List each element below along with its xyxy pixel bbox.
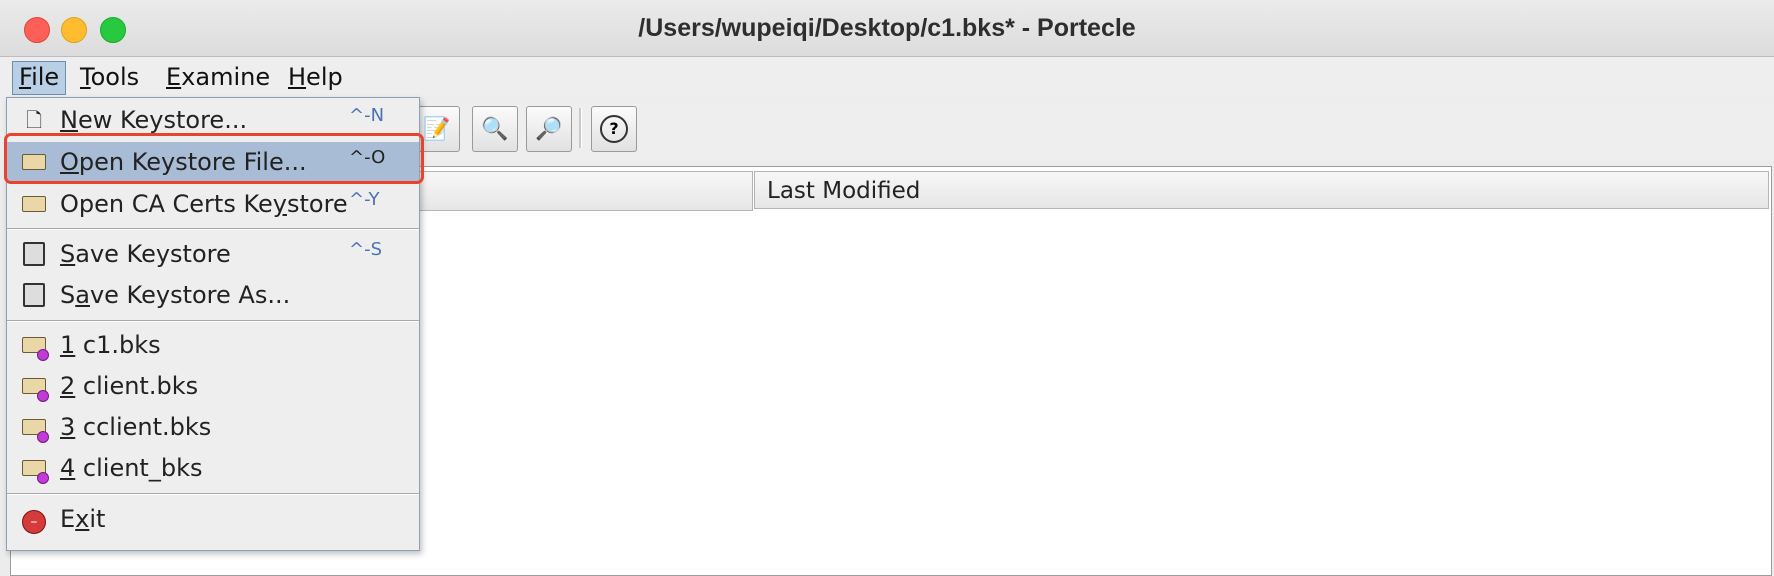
menu-examine[interactable]: Examine bbox=[160, 61, 276, 93]
title-bar: /Users/wupeiqi/Desktop/c1.bks* - Portecl… bbox=[0, 0, 1774, 57]
menu-item-label: Save Keystore bbox=[60, 240, 231, 268]
shortcut-label: ^-Y bbox=[349, 189, 380, 210]
menu-item-open-ca-certs-keystore[interactable]: Open CA Certs Keystore ^-Y bbox=[7, 184, 419, 224]
menu-item-label: Exit bbox=[60, 505, 106, 533]
menu-item-label: Open CA Certs Keystore bbox=[60, 190, 348, 218]
keystore-file-icon bbox=[21, 333, 49, 361]
help-icon: ? bbox=[600, 115, 628, 143]
keystore-file-icon bbox=[21, 374, 49, 402]
menu-tools[interactable]: Tools bbox=[74, 61, 145, 93]
magnifier-crl-icon: 🔎 bbox=[535, 116, 563, 142]
menu-item-save-keystore[interactable]: Save Keystore ^-S bbox=[7, 234, 419, 274]
toolbar-separator bbox=[579, 108, 582, 148]
menu-item-save-keystore-as[interactable]: Save Keystore As... bbox=[7, 275, 419, 315]
menu-item-label: 2 client.bks bbox=[60, 372, 199, 400]
menu-item-label: 1 c1.bks bbox=[60, 331, 161, 359]
menu-separator bbox=[7, 493, 419, 495]
new-document-icon: 🗋 bbox=[25, 108, 43, 132]
folder-open-icon bbox=[21, 192, 47, 216]
shortcut-label: ^-N bbox=[349, 105, 385, 126]
column-header-last-modified[interactable]: Last Modified bbox=[754, 171, 1769, 209]
help-button[interactable]: ? bbox=[591, 106, 637, 152]
menu-item-recent-2[interactable]: 2 client.bks bbox=[7, 366, 419, 406]
window-title: /Users/wupeiqi/Desktop/c1.bks* - Portecl… bbox=[638, 14, 1136, 42]
menu-bar: File Tools Examine Help bbox=[0, 57, 1774, 97]
magnifier-certificate-icon: 🔍 bbox=[481, 116, 509, 142]
keystore-file-icon bbox=[21, 415, 49, 443]
examine-certificate-button[interactable]: 🔍 bbox=[472, 106, 518, 152]
floppy-disk-icon bbox=[21, 242, 47, 266]
menu-item-recent-4[interactable]: 4 client_bks bbox=[7, 448, 419, 488]
floppy-disk-as-icon bbox=[21, 283, 47, 307]
menu-item-recent-3[interactable]: 3 cclient.bks bbox=[7, 407, 419, 447]
menu-separator bbox=[7, 320, 419, 322]
menu-item-label: Save Keystore As... bbox=[60, 281, 291, 309]
exit-icon: – bbox=[21, 507, 47, 534]
menu-item-recent-1[interactable]: 1 c1.bks bbox=[7, 325, 419, 365]
menu-file[interactable]: File bbox=[12, 61, 67, 95]
menu-help[interactable]: Help bbox=[282, 61, 349, 93]
menu-item-exit[interactable]: – Exit bbox=[7, 499, 419, 539]
menu-separator bbox=[7, 228, 419, 230]
menu-item-label: 3 cclient.bks bbox=[60, 413, 212, 441]
examine-crl-button[interactable]: 🔎 bbox=[526, 106, 572, 152]
menu-item-label: 4 client_bks bbox=[60, 454, 203, 482]
shortcut-label: ^-S bbox=[349, 239, 383, 260]
keystore-file-icon bbox=[21, 456, 49, 484]
report-icon: 📝 bbox=[423, 116, 451, 142]
highlight-annotation-box bbox=[4, 133, 424, 184]
